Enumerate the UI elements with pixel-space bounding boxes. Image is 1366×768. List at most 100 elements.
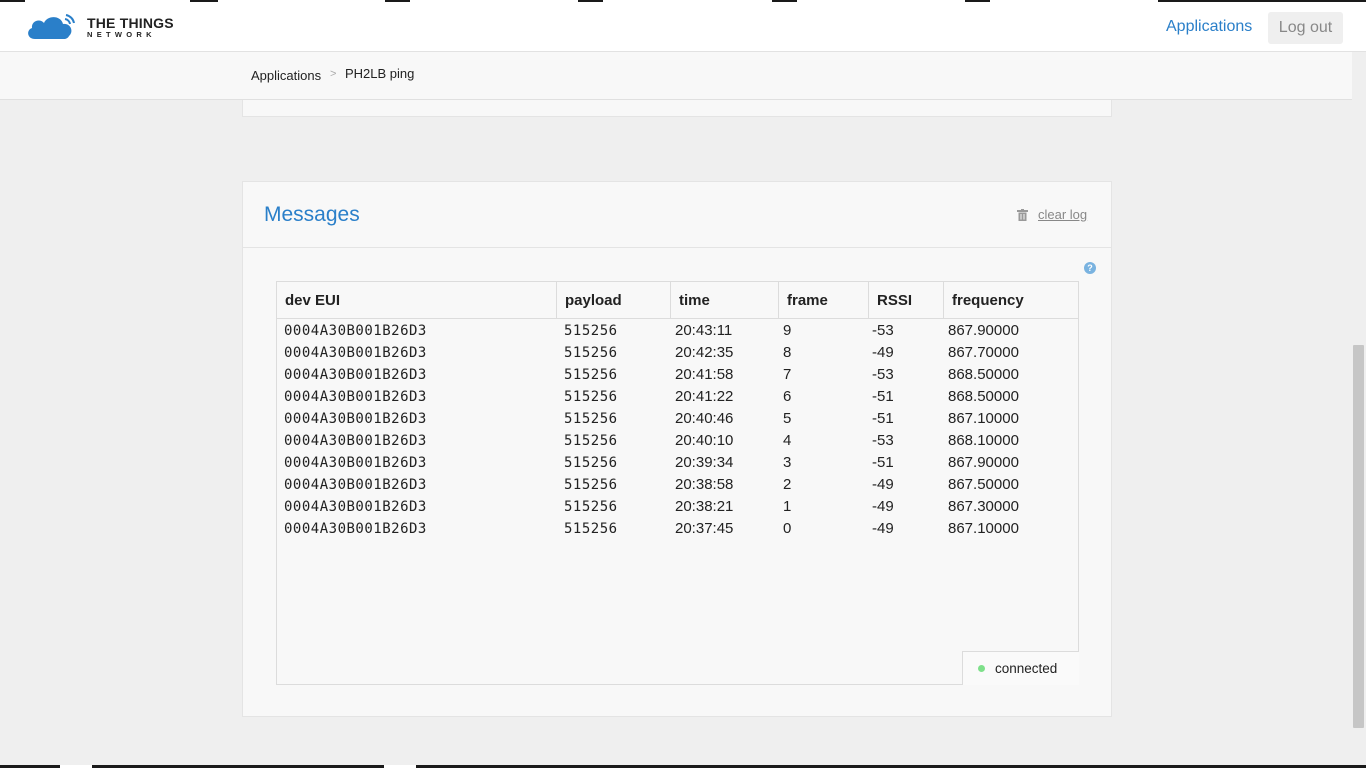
nav-applications-link[interactable]: Applications: [1166, 18, 1252, 36]
messages-title: Messages: [264, 203, 360, 226]
table-row[interactable]: 0004A30B001B26D3 515256 20:41:58 7 -53 868.50…: [277, 364, 1078, 386]
cell-frequency: 868.10000: [948, 432, 1019, 449]
cell-rssi: -51: [872, 410, 894, 427]
breadcrumb-separator: >: [330, 68, 337, 80]
column-rssi[interactable]: RSSI: [869, 282, 944, 319]
cell-rssi: -53: [872, 366, 894, 383]
cell-frame: 3: [783, 454, 792, 471]
table-row[interactable]: 0004A30B001B26D3 515256 20:38:58 2 -49 867.50…: [277, 474, 1078, 496]
cell-frame: 7: [783, 366, 792, 383]
cell-time: 20:41:58: [675, 366, 734, 383]
cell-frame: 4: [783, 432, 792, 449]
cell-frame: 9: [783, 322, 792, 339]
cell-payload: 515256: [564, 323, 618, 339]
breadcrumb-applications[interactable]: Applications: [251, 68, 321, 83]
column-dev-eui[interactable]: dev EUI: [277, 282, 557, 319]
cell-frequency: 867.10000: [948, 520, 1019, 537]
cell-rssi: -53: [872, 432, 894, 449]
cell-time: 20:38:58: [675, 476, 734, 493]
cell-dev-eui: 0004A30B001B26D3: [284, 477, 427, 493]
cell-frequency: 867.90000: [948, 454, 1019, 471]
table-row[interactable]: 0004A30B001B26D3 515256 20:40:10 4 -53 868.10…: [277, 430, 1078, 452]
scrollbar-thumb[interactable]: [1353, 345, 1364, 728]
cell-time: 20:43:11: [675, 322, 733, 339]
cell-dev-eui: 0004A30B001B26D3: [284, 345, 427, 361]
cell-rssi: -53: [872, 322, 894, 339]
status-dot-icon: [978, 665, 985, 672]
table-row[interactable]: 0004A30B001B26D3 515256 20:37:45 0 -49 867.10…: [277, 518, 1078, 540]
cell-time: 20:40:46: [675, 410, 734, 427]
cell-payload: 515256: [564, 389, 618, 405]
trash-icon: [1017, 208, 1028, 221]
cell-time: 20:39:34: [675, 454, 734, 471]
cell-payload: 515256: [564, 521, 618, 537]
cell-frame: 5: [783, 410, 792, 427]
cell-time: 20:42:35: [675, 344, 734, 361]
cell-frame: 6: [783, 388, 792, 405]
cell-frame: 1: [783, 498, 792, 515]
cell-dev-eui: 0004A30B001B26D3: [284, 323, 427, 339]
cell-rssi: -49: [872, 520, 894, 537]
cell-dev-eui: 0004A30B001B26D3: [284, 455, 427, 471]
connection-status: connected: [962, 651, 1079, 685]
cell-payload: 515256: [564, 367, 618, 383]
table-row[interactable]: 0004A30B001B26D3 515256 20:43:11 9 -53 867.90…: [277, 320, 1078, 342]
table-row[interactable]: 0004A30B001B26D3 515256 20:39:34 3 -51 867.90…: [277, 452, 1078, 474]
clear-log-button[interactable]: clear log: [1017, 207, 1087, 222]
ttn-logo[interactable]: THE THINGS NETWORK: [25, 14, 174, 40]
logout-button[interactable]: Log out: [1268, 12, 1343, 44]
cell-frame: 2: [783, 476, 792, 493]
cell-dev-eui: 0004A30B001B26D3: [284, 389, 427, 405]
cell-dev-eui: 0004A30B001B26D3: [284, 499, 427, 515]
cell-frame: 0: [783, 520, 792, 537]
table-row[interactable]: 0004A30B001B26D3 515256 20:41:22 6 -51 868.50…: [277, 386, 1078, 408]
cell-dev-eui: 0004A30B001B26D3: [284, 411, 427, 427]
cell-payload: 515256: [564, 433, 618, 449]
cell-rssi: -49: [872, 498, 894, 515]
cell-frequency: 867.10000: [948, 410, 1019, 427]
cell-time: 20:40:10: [675, 432, 734, 449]
table-row[interactable]: 0004A30B001B26D3 515256 20:40:46 5 -51 867.10…: [277, 408, 1078, 430]
previous-card-bottom: [242, 100, 1112, 117]
cell-payload: 515256: [564, 411, 618, 427]
table-row[interactable]: 0004A30B001B26D3 515256 20:38:21 1 -49 867.30…: [277, 496, 1078, 518]
column-payload[interactable]: payload: [557, 282, 671, 319]
cell-rssi: -51: [872, 454, 894, 471]
cell-time: 20:41:22: [675, 388, 734, 405]
table-header: dev EUI payload time frame RSSI frequenc…: [277, 282, 1078, 319]
breadcrumb-current: PH2LB ping: [345, 66, 415, 81]
clear-log-label: clear log: [1038, 207, 1088, 222]
cell-frequency: 867.90000: [948, 322, 1019, 339]
cell-payload: 515256: [564, 477, 618, 493]
cell-dev-eui: 0004A30B001B26D3: [284, 367, 427, 383]
breadcrumb: Applications > PH2LB ping: [0, 52, 1352, 100]
cell-frequency: 867.50000: [948, 476, 1019, 493]
help-icon[interactable]: ?: [1084, 262, 1096, 274]
cell-payload: 515256: [564, 345, 618, 361]
cell-time: 20:37:45: [675, 520, 734, 537]
table-body: 0004A30B001B26D3 515256 20:43:11 9 -53 867.90…: [277, 320, 1078, 540]
cell-rssi: -51: [872, 388, 894, 405]
cell-time: 20:38:21: [675, 498, 734, 515]
cell-frequency: 867.70000: [948, 344, 1019, 361]
messages-table: dev EUI payload time frame RSSI frequenc…: [276, 281, 1079, 685]
cloud-logo-icon: [28, 14, 75, 39]
messages-header: Messages clear log: [243, 182, 1111, 248]
cell-frequency: 868.50000: [948, 366, 1019, 383]
cell-frame: 8: [783, 344, 792, 361]
cell-dev-eui: 0004A30B001B26D3: [284, 433, 427, 449]
cell-rssi: -49: [872, 476, 894, 493]
brand-line2: NETWORK: [87, 29, 156, 39]
cell-rssi: -49: [872, 344, 894, 361]
cell-frequency: 868.50000: [948, 388, 1019, 405]
column-frame[interactable]: frame: [779, 282, 869, 319]
table-row[interactable]: 0004A30B001B26D3 515256 20:42:35 8 -49 867.70…: [277, 342, 1078, 364]
top-navbar: THE THINGS NETWORK Applications Log out: [0, 2, 1366, 52]
cell-payload: 515256: [564, 499, 618, 515]
cell-frequency: 867.30000: [948, 498, 1019, 515]
column-time[interactable]: time: [671, 282, 779, 319]
messages-card: Messages clear log ? dev EUI payload tim…: [242, 181, 1112, 717]
column-frequency[interactable]: frequency: [944, 282, 1078, 319]
cell-dev-eui: 0004A30B001B26D3: [284, 521, 427, 537]
cell-payload: 515256: [564, 455, 618, 471]
